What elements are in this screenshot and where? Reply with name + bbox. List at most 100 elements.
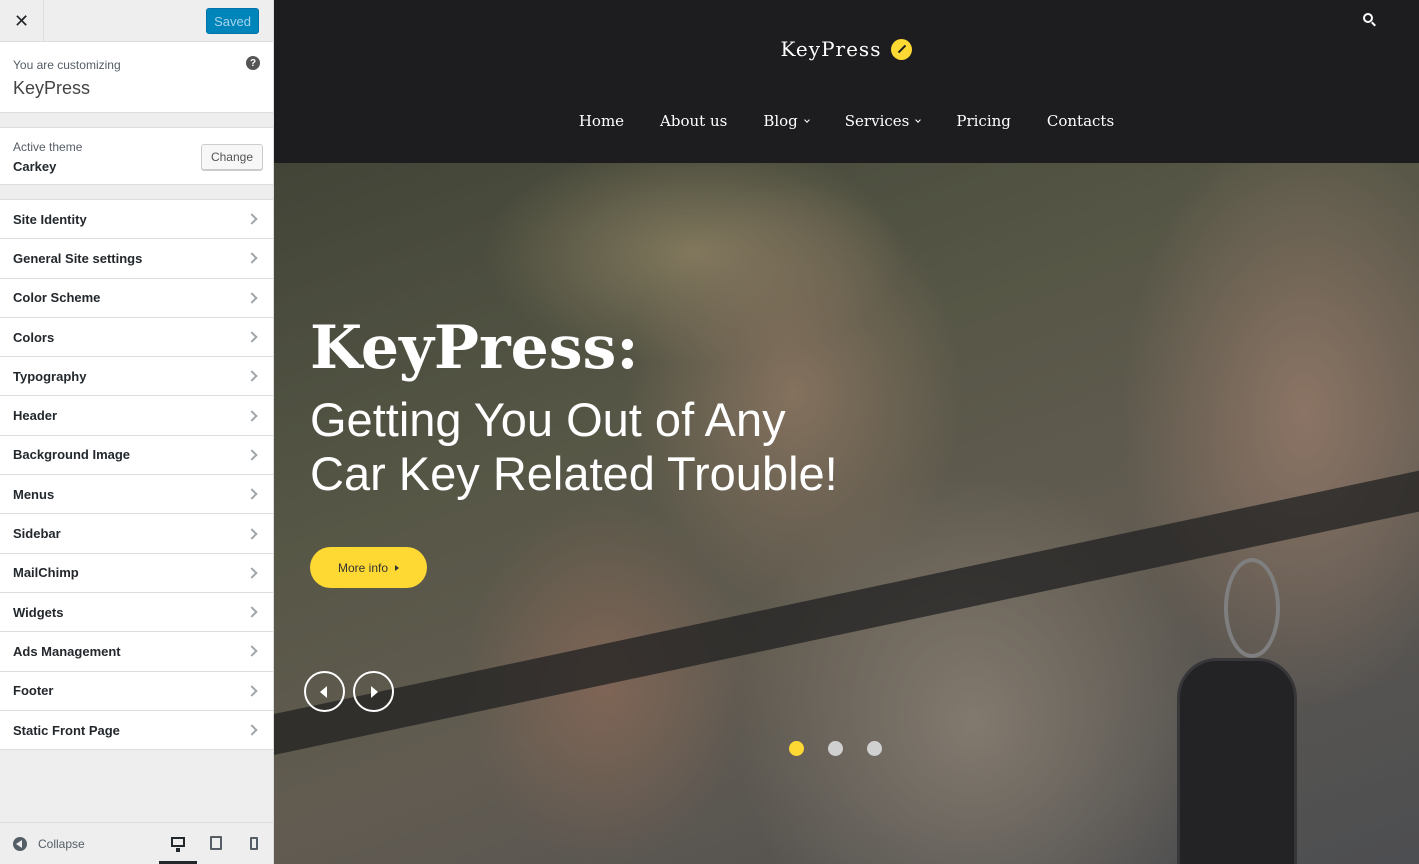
- chevron-right-icon: [246, 645, 258, 658]
- hero-overlay: [274, 163, 1419, 864]
- panel-static-front-page[interactable]: Static Front Page: [0, 710, 273, 751]
- more-info-label: More info: [337, 560, 389, 575]
- nav-label: About us: [660, 112, 728, 130]
- chevron-right-icon: [246, 685, 258, 697]
- main-navigation: Home About us Blog Services Pricing Cont…: [274, 112, 1419, 130]
- panel-label: Colors: [13, 329, 55, 345]
- customizer-footer: Collapse: [0, 822, 273, 864]
- prev-arrow-icon: [320, 685, 327, 698]
- slider-prev-button[interactable]: [304, 671, 345, 712]
- site-preview: KeyPress Home About us Blog Services Pri…: [274, 0, 1419, 864]
- panel-general-site-settings[interactable]: General Site settings: [0, 239, 273, 279]
- site-logo[interactable]: KeyPress: [274, 37, 1419, 61]
- slider-dot[interactable]: [867, 741, 882, 756]
- saved-button[interactable]: Saved: [206, 8, 259, 34]
- chevron-right-icon: [246, 724, 258, 736]
- panel-label: Background Image: [13, 447, 131, 463]
- nav-label: Home: [578, 112, 625, 130]
- slider-pagination: [789, 741, 882, 756]
- panel-background-image[interactable]: Background Image: [0, 435, 273, 476]
- panel-label: Widgets: [13, 604, 64, 620]
- nav-blog[interactable]: Blog: [745, 112, 826, 130]
- chevron-right-icon: [246, 370, 258, 382]
- panel-ads-management[interactable]: Ads Management: [0, 632, 273, 672]
- chevron-right-icon: [246, 252, 258, 265]
- panel-label: Static Front Page: [13, 722, 120, 738]
- change-theme-button[interactable]: Change: [200, 144, 263, 170]
- chevron-right-icon: [246, 488, 258, 500]
- preview-mobile-button[interactable]: [235, 822, 273, 864]
- customizing-info: You are customizing KeyPress ?: [0, 42, 273, 113]
- panel-typography[interactable]: Typography: [0, 357, 273, 397]
- chevron-right-icon: [246, 331, 258, 343]
- chevron-right-icon: [246, 606, 258, 618]
- customizing-label: You are customizing: [13, 58, 121, 72]
- nav-contacts[interactable]: Contacts: [1029, 112, 1132, 130]
- help-icon[interactable]: ?: [246, 56, 260, 70]
- close-icon[interactable]: ✕: [0, 0, 44, 42]
- panel-label: Color Scheme: [13, 290, 101, 306]
- panel-site-identity[interactable]: Site Identity: [0, 200, 273, 240]
- panel-header[interactable]: Header: [0, 396, 273, 436]
- preview-desktop-button[interactable]: [159, 822, 197, 864]
- search-icon[interactable]: [1363, 13, 1373, 23]
- nav-services[interactable]: Services: [827, 112, 939, 130]
- nav-label: Contacts: [1046, 112, 1115, 130]
- panel-color-scheme[interactable]: Color Scheme: [0, 278, 273, 318]
- panel-label: Menus: [13, 486, 55, 502]
- panel-label: Ads Management: [13, 643, 121, 659]
- slider-next-button[interactable]: [353, 671, 394, 712]
- panel-label: Site Identity: [13, 211, 87, 227]
- preview-tablet-button[interactable]: [197, 822, 235, 864]
- chevron-right-icon: [246, 292, 258, 304]
- customizer-header: ✕ Saved: [0, 0, 273, 42]
- nav-label: Pricing: [956, 112, 1011, 130]
- panel-sidebar[interactable]: Sidebar: [0, 514, 273, 554]
- play-arrow-icon: [395, 564, 400, 571]
- panel-label: Header: [13, 408, 58, 424]
- slider-dot[interactable]: [828, 741, 843, 756]
- next-arrow-icon: [371, 685, 378, 698]
- logo-text: KeyPress: [780, 37, 882, 61]
- site-title: KeyPress: [13, 78, 91, 98]
- panel-label: MailChimp: [13, 565, 79, 581]
- nav-label: Blog: [763, 112, 798, 130]
- collapse-icon[interactable]: [13, 836, 27, 851]
- panel-mailchimp[interactable]: MailChimp: [0, 553, 273, 593]
- active-theme-section: Active theme Carkey Change: [0, 127, 273, 185]
- chevron-right-icon: [246, 567, 258, 579]
- panel-menus[interactable]: Menus: [0, 475, 273, 515]
- panel-label: Typography: [13, 368, 87, 384]
- hero-subtitle-line: Car Key Related Trouble!: [310, 447, 838, 500]
- mobile-icon: [250, 836, 258, 850]
- slider-dot[interactable]: [789, 741, 804, 756]
- panel-label: Footer: [13, 683, 54, 699]
- collapse-button[interactable]: Collapse: [38, 837, 85, 851]
- panel-widgets[interactable]: Widgets: [0, 592, 273, 633]
- desktop-icon: [171, 836, 185, 852]
- chevron-right-icon: [246, 213, 258, 225]
- nav-home[interactable]: Home: [561, 112, 642, 130]
- chevron-right-icon: [246, 527, 258, 540]
- chevron-right-icon: [246, 409, 258, 422]
- nav-about-us[interactable]: About us: [642, 112, 745, 130]
- tablet-icon: [210, 836, 222, 850]
- nav-pricing[interactable]: Pricing: [938, 112, 1029, 130]
- hero-subtitle-line: Getting You Out of Any: [310, 393, 786, 446]
- more-info-button[interactable]: More info: [310, 547, 427, 588]
- chevron-down-icon: [915, 116, 922, 123]
- panel-colors[interactable]: Colors: [0, 317, 273, 358]
- hero-subtitle: Getting You Out of Any Car Key Related T…: [310, 393, 950, 501]
- key-logo-icon: [891, 38, 913, 60]
- panel-label: General Site settings: [13, 250, 143, 266]
- hero-slider: KeyPress: Getting You Out of Any Car Key…: [274, 163, 1419, 864]
- chevron-down-icon: [803, 116, 810, 123]
- site-header: KeyPress Home About us Blog Services Pri…: [274, 0, 1419, 163]
- panel-label: Sidebar: [13, 526, 61, 542]
- nav-label: Services: [844, 112, 910, 130]
- chevron-right-icon: [246, 449, 258, 461]
- customizer-panel-list: Site Identity General Site settings Colo…: [0, 199, 273, 751]
- customizer-sidebar: ✕ Saved You are customizing KeyPress ? A…: [0, 0, 274, 864]
- hero-title: KeyPress:: [310, 313, 639, 383]
- panel-footer[interactable]: Footer: [0, 671, 273, 711]
